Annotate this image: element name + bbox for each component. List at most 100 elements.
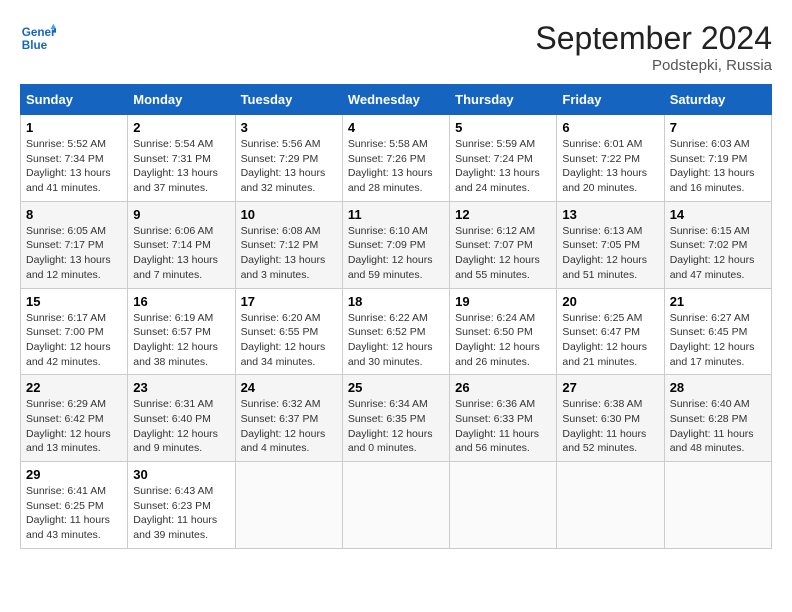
day-info: Sunrise: 6:01 AMSunset: 7:22 PMDaylight:… bbox=[562, 137, 658, 196]
day-info: Sunrise: 6:41 AMSunset: 6:25 PMDaylight:… bbox=[26, 484, 122, 543]
day-number: 6 bbox=[562, 120, 658, 135]
day-info: Sunrise: 6:31 AMSunset: 6:40 PMDaylight:… bbox=[133, 397, 229, 456]
day-number: 7 bbox=[670, 120, 766, 135]
calendar-cell: 14 Sunrise: 6:15 AMSunset: 7:02 PMDayligh… bbox=[664, 201, 771, 288]
calendar-cell: 24 Sunrise: 6:32 AMSunset: 6:37 PMDayligh… bbox=[235, 375, 342, 462]
day-number: 28 bbox=[670, 380, 766, 395]
calendar-cell: 10 Sunrise: 6:08 AMSunset: 7:12 PMDayligh… bbox=[235, 201, 342, 288]
day-info: Sunrise: 6:27 AMSunset: 6:45 PMDaylight:… bbox=[670, 311, 766, 370]
day-number: 4 bbox=[348, 120, 444, 135]
day-number: 21 bbox=[670, 294, 766, 309]
calendar-cell bbox=[235, 462, 342, 549]
day-number: 16 bbox=[133, 294, 229, 309]
day-number: 20 bbox=[562, 294, 658, 309]
day-info: Sunrise: 6:05 AMSunset: 7:17 PMDaylight:… bbox=[26, 224, 122, 283]
day-info: Sunrise: 6:17 AMSunset: 7:00 PMDaylight:… bbox=[26, 311, 122, 370]
day-info: Sunrise: 6:34 AMSunset: 6:35 PMDaylight:… bbox=[348, 397, 444, 456]
day-number: 2 bbox=[133, 120, 229, 135]
calendar-cell: 22 Sunrise: 6:29 AMSunset: 6:42 PMDayligh… bbox=[21, 375, 128, 462]
calendar-cell: 11 Sunrise: 6:10 AMSunset: 7:09 PMDayligh… bbox=[342, 201, 449, 288]
calendar-cell: 30Sunrise: 6:43 AMSunset: 6:23 PMDayligh… bbox=[128, 462, 235, 549]
day-number: 9 bbox=[133, 207, 229, 222]
month-title: September 2024 bbox=[535, 20, 772, 57]
calendar-week-row: 22 Sunrise: 6:29 AMSunset: 6:42 PMDayligh… bbox=[21, 375, 772, 462]
day-info: Sunrise: 6:40 AMSunset: 6:28 PMDaylight:… bbox=[670, 397, 766, 456]
logo: General Blue bbox=[20, 20, 56, 56]
header-tuesday: Tuesday bbox=[235, 85, 342, 115]
header-saturday: Saturday bbox=[664, 85, 771, 115]
calendar-cell: 9Sunrise: 6:06 AMSunset: 7:14 PMDaylight… bbox=[128, 201, 235, 288]
day-number: 19 bbox=[455, 294, 551, 309]
day-number: 8 bbox=[26, 207, 122, 222]
day-number: 11 bbox=[348, 207, 444, 222]
calendar-cell: 29 Sunrise: 6:41 AMSunset: 6:25 PMDayligh… bbox=[21, 462, 128, 549]
day-number: 10 bbox=[241, 207, 337, 222]
day-number: 18 bbox=[348, 294, 444, 309]
day-number: 13 bbox=[562, 207, 658, 222]
calendar-cell: 21 Sunrise: 6:27 AMSunset: 6:45 PMDayligh… bbox=[664, 288, 771, 375]
day-number: 30 bbox=[133, 467, 229, 482]
day-info: Sunrise: 6:36 AMSunset: 6:33 PMDaylight:… bbox=[455, 397, 551, 456]
header-monday: Monday bbox=[128, 85, 235, 115]
day-number: 23 bbox=[133, 380, 229, 395]
calendar-cell: 25 Sunrise: 6:34 AMSunset: 6:35 PMDayligh… bbox=[342, 375, 449, 462]
title-block: September 2024 Podstepki, Russia bbox=[535, 20, 772, 74]
calendar-week-row: 29 Sunrise: 6:41 AMSunset: 6:25 PMDayligh… bbox=[21, 462, 772, 549]
day-number: 17 bbox=[241, 294, 337, 309]
page-header: General Blue September 2024 Podstepki, R… bbox=[20, 20, 772, 74]
calendar-cell: 18Sunrise: 6:22 AMSunset: 6:52 PMDayligh… bbox=[342, 288, 449, 375]
day-number: 3 bbox=[241, 120, 337, 135]
calendar-cell: 20Sunrise: 6:25 AMSunset: 6:47 PMDayligh… bbox=[557, 288, 664, 375]
calendar-cell: 3 Sunrise: 5:56 AMSunset: 7:29 PMDaylight… bbox=[235, 115, 342, 202]
day-info: Sunrise: 6:29 AMSunset: 6:42 PMDaylight:… bbox=[26, 397, 122, 456]
calendar-cell: 7 Sunrise: 6:03 AMSunset: 7:19 PMDaylight… bbox=[664, 115, 771, 202]
day-info: Sunrise: 5:54 AMSunset: 7:31 PMDaylight:… bbox=[133, 137, 229, 196]
day-number: 29 bbox=[26, 467, 122, 482]
calendar-table: Sunday Monday Tuesday Wednesday Thursday… bbox=[20, 84, 772, 549]
calendar-cell bbox=[342, 462, 449, 549]
day-number: 5 bbox=[455, 120, 551, 135]
day-info: Sunrise: 5:52 AMSunset: 7:34 PMDaylight:… bbox=[26, 137, 122, 196]
day-number: 26 bbox=[455, 380, 551, 395]
svg-text:Blue: Blue bbox=[22, 39, 48, 52]
logo-icon: General Blue bbox=[20, 20, 56, 56]
day-info: Sunrise: 6:13 AMSunset: 7:05 PMDaylight:… bbox=[562, 224, 658, 283]
day-number: 22 bbox=[26, 380, 122, 395]
day-info: Sunrise: 5:56 AMSunset: 7:29 PMDaylight:… bbox=[241, 137, 337, 196]
calendar-cell bbox=[450, 462, 557, 549]
calendar-cell: 23 Sunrise: 6:31 AMSunset: 6:40 PMDayligh… bbox=[128, 375, 235, 462]
day-number: 14 bbox=[670, 207, 766, 222]
day-info: Sunrise: 6:19 AMSunset: 6:57 PMDaylight:… bbox=[133, 311, 229, 370]
calendar-cell bbox=[557, 462, 664, 549]
day-info: Sunrise: 6:15 AMSunset: 7:02 PMDaylight:… bbox=[670, 224, 766, 283]
calendar-cell: 1 Sunrise: 5:52 AMSunset: 7:34 PMDaylight… bbox=[21, 115, 128, 202]
calendar-cell: 4 Sunrise: 5:58 AMSunset: 7:26 PMDaylight… bbox=[342, 115, 449, 202]
day-info: Sunrise: 5:58 AMSunset: 7:26 PMDaylight:… bbox=[348, 137, 444, 196]
day-number: 27 bbox=[562, 380, 658, 395]
calendar-cell: 8 Sunrise: 6:05 AMSunset: 7:17 PMDaylight… bbox=[21, 201, 128, 288]
calendar-cell: 2 Sunrise: 5:54 AMSunset: 7:31 PMDaylight… bbox=[128, 115, 235, 202]
day-number: 25 bbox=[348, 380, 444, 395]
calendar-cell: 12Sunrise: 6:12 AMSunset: 7:07 PMDayligh… bbox=[450, 201, 557, 288]
day-info: Sunrise: 6:08 AMSunset: 7:12 PMDaylight:… bbox=[241, 224, 337, 283]
calendar-cell: 15 Sunrise: 6:17 AMSunset: 7:00 PMDayligh… bbox=[21, 288, 128, 375]
calendar-cell: 13 Sunrise: 6:13 AMSunset: 7:05 PMDayligh… bbox=[557, 201, 664, 288]
calendar-cell: 28 Sunrise: 6:40 AMSunset: 6:28 PMDayligh… bbox=[664, 375, 771, 462]
header-wednesday: Wednesday bbox=[342, 85, 449, 115]
day-info: Sunrise: 6:10 AMSunset: 7:09 PMDaylight:… bbox=[348, 224, 444, 283]
weekday-header-row: Sunday Monday Tuesday Wednesday Thursday… bbox=[21, 85, 772, 115]
header-thursday: Thursday bbox=[450, 85, 557, 115]
header-sunday: Sunday bbox=[21, 85, 128, 115]
day-info: Sunrise: 6:03 AMSunset: 7:19 PMDaylight:… bbox=[670, 137, 766, 196]
day-number: 1 bbox=[26, 120, 122, 135]
calendar-cell: 26 Sunrise: 6:36 AMSunset: 6:33 PMDayligh… bbox=[450, 375, 557, 462]
calendar-cell: 17 Sunrise: 6:20 AMSunset: 6:55 PMDayligh… bbox=[235, 288, 342, 375]
calendar-cell bbox=[664, 462, 771, 549]
day-info: Sunrise: 6:20 AMSunset: 6:55 PMDaylight:… bbox=[241, 311, 337, 370]
day-number: 24 bbox=[241, 380, 337, 395]
day-info: Sunrise: 6:32 AMSunset: 6:37 PMDaylight:… bbox=[241, 397, 337, 456]
calendar-cell: 5Sunrise: 5:59 AMSunset: 7:24 PMDaylight… bbox=[450, 115, 557, 202]
day-info: Sunrise: 6:38 AMSunset: 6:30 PMDaylight:… bbox=[562, 397, 658, 456]
day-number: 15 bbox=[26, 294, 122, 309]
calendar-cell: 6 Sunrise: 6:01 AMSunset: 7:22 PMDaylight… bbox=[557, 115, 664, 202]
